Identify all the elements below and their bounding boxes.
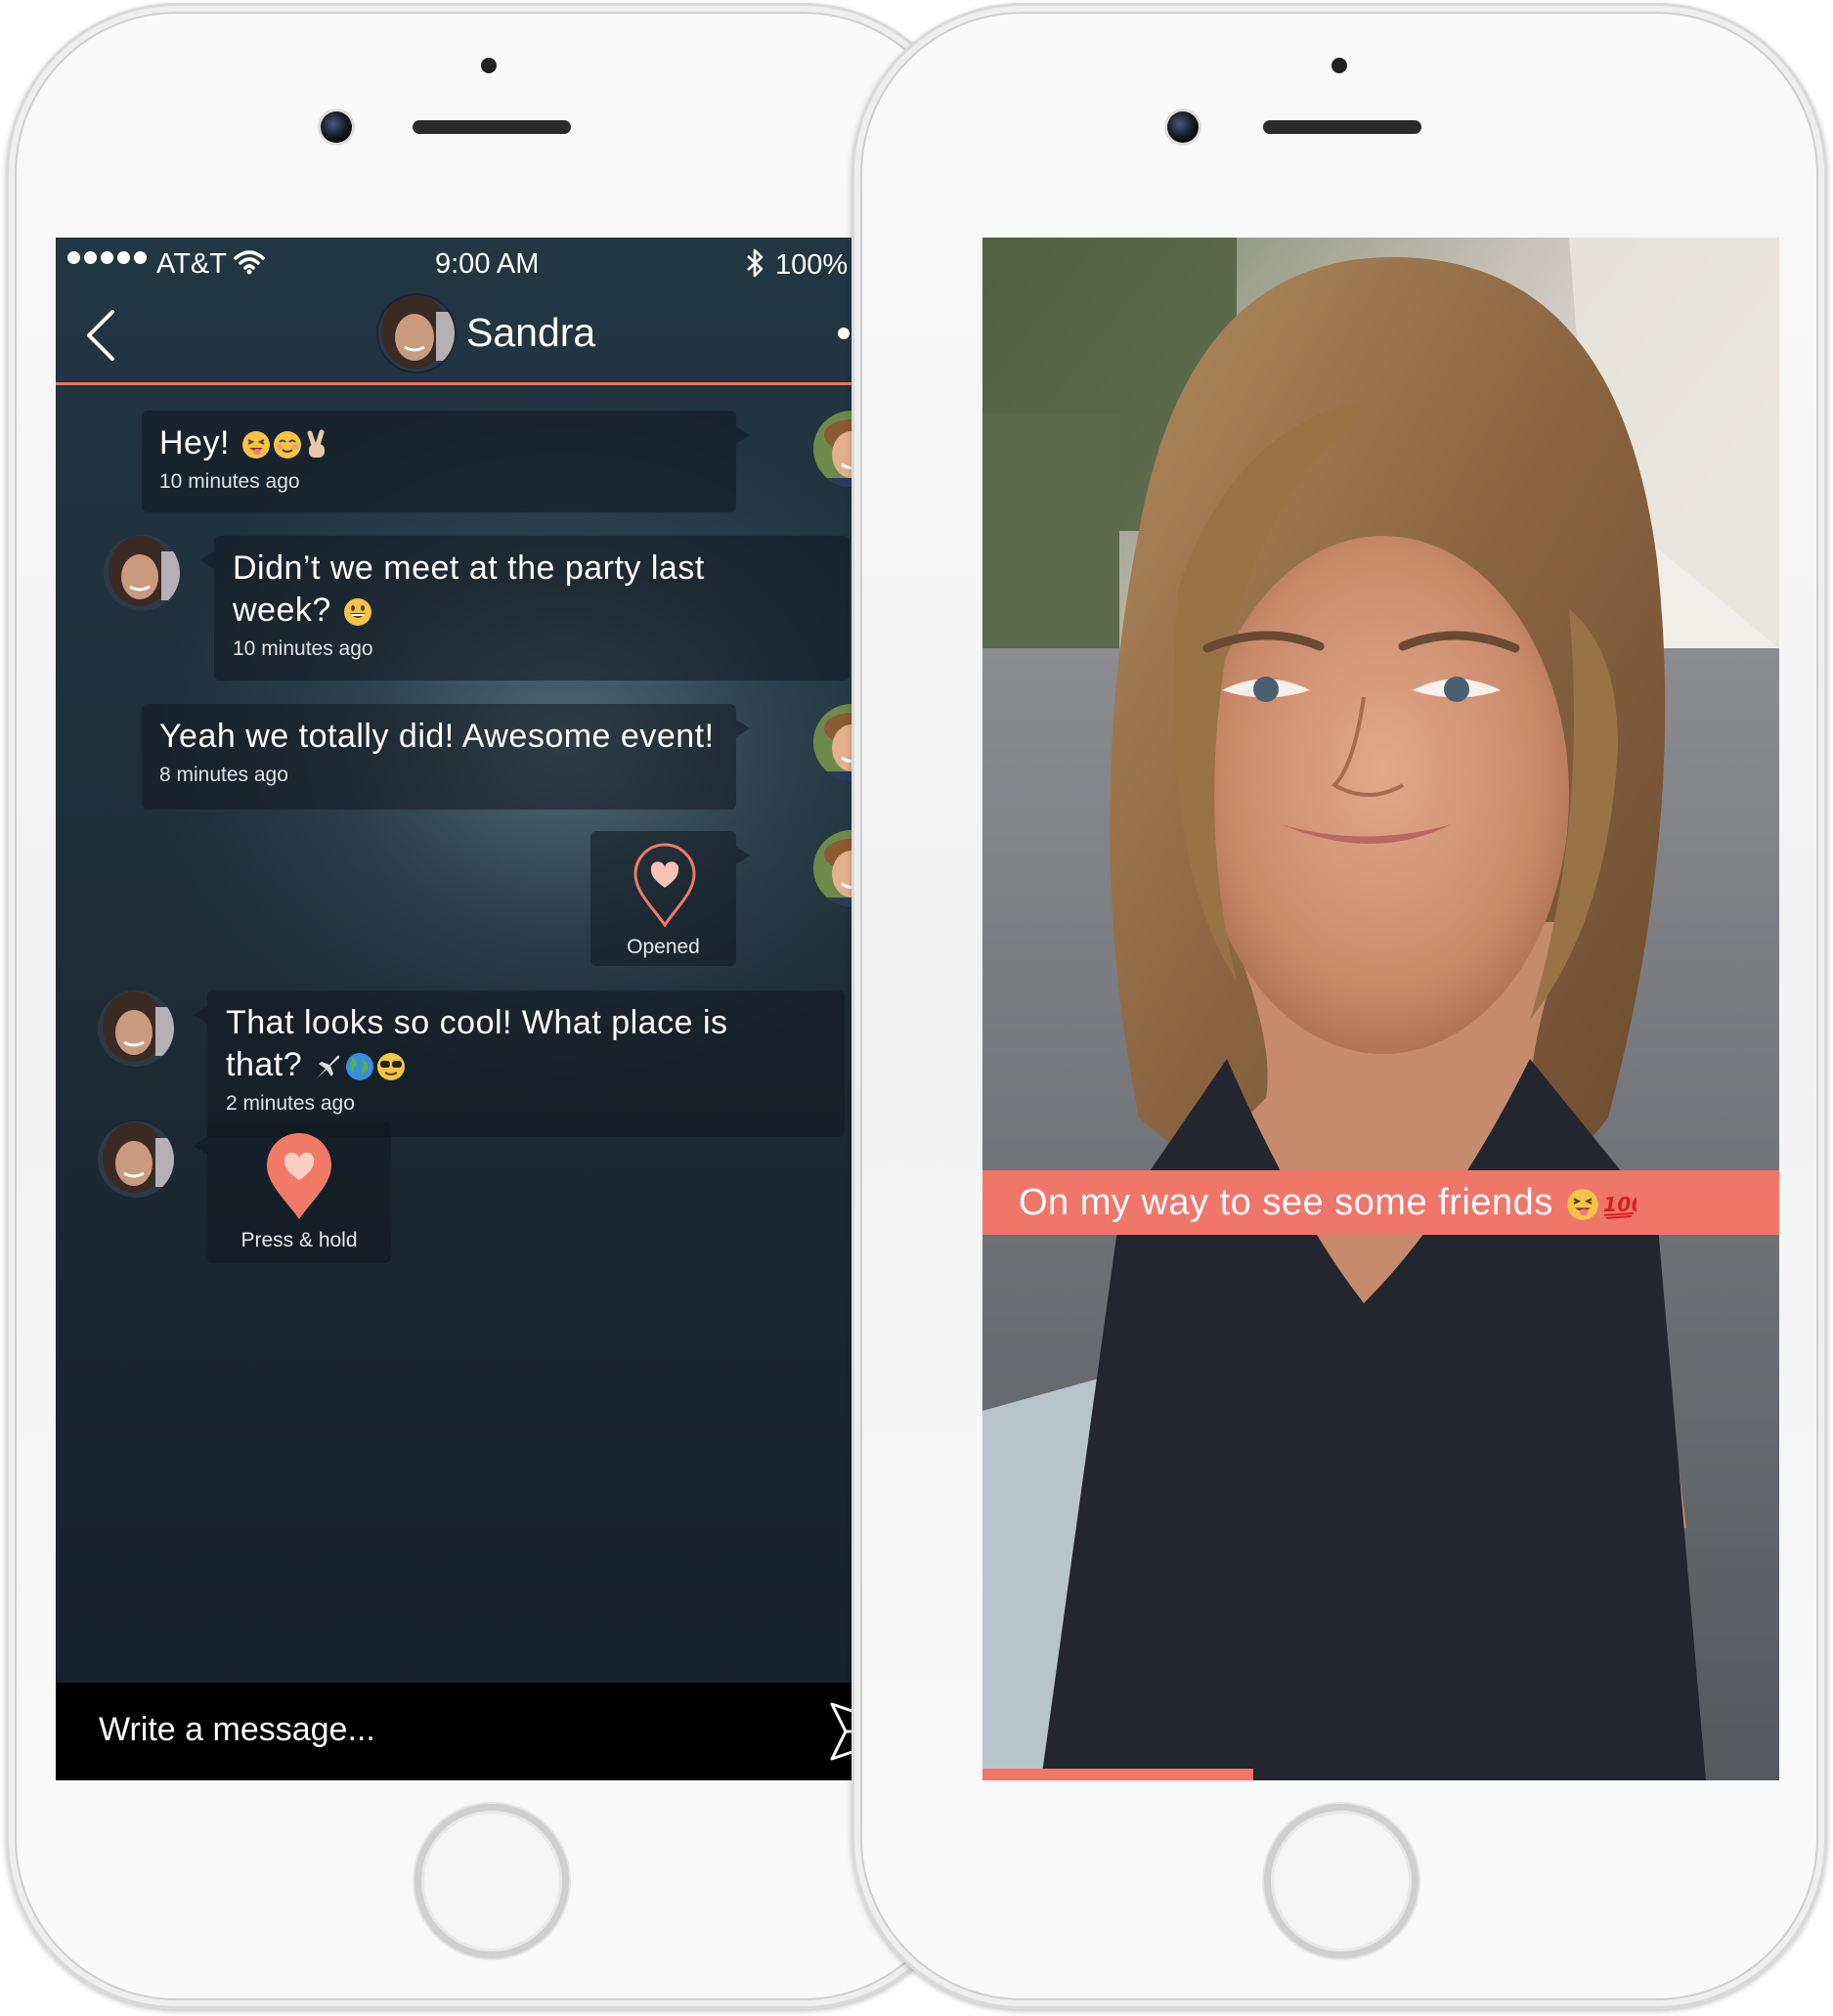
- grinning-emoji-icon: [343, 598, 371, 627]
- front-camera: [321, 111, 352, 143]
- heart-pin-outline-icon: [633, 843, 696, 928]
- message-input[interactable]: [97, 1710, 824, 1750]
- contact-name: Sandra: [466, 310, 596, 355]
- sunglasses-emoji-icon: [377, 1053, 406, 1081]
- victory-hand-emoji-icon: [307, 429, 325, 459]
- squinting-tongue-emoji-icon: [1566, 1189, 1598, 1220]
- message-text: Hey!: [159, 424, 230, 461]
- message-bubble-sent[interactable]: Hey! 10 minutes ago: [142, 411, 750, 512]
- front-camera: [1167, 111, 1199, 143]
- proximity-sensor: [1331, 58, 1347, 73]
- contact-avatar[interactable]: [375, 292, 458, 374]
- contact-avatar-small[interactable]: [103, 534, 181, 612]
- story-screen: On my way to see some friends 100: [982, 238, 1779, 1780]
- home-button[interactable]: [415, 1804, 569, 1958]
- message-timestamp: 8 minutes ago: [159, 764, 288, 786]
- earpiece-speaker: [413, 120, 571, 134]
- signal-dots-icon: [67, 251, 147, 264]
- message-text: That looks so cool! What place is that?: [226, 1004, 728, 1083]
- message-composer: [56, 1683, 932, 1780]
- message-timestamp: 10 minutes ago: [159, 470, 300, 493]
- message-text: Didn’t we meet at the party last week?: [233, 549, 705, 629]
- chat-header: Sandra: [56, 292, 932, 385]
- carrier-label: AT&T: [156, 248, 227, 280]
- airplane-emoji-icon: [317, 1055, 340, 1079]
- heart-message-opened[interactable]: Opened: [590, 831, 750, 966]
- status-bar: AT&T 9:00 AM 100%: [56, 238, 932, 292]
- message-bubble-sent[interactable]: Yeah we totally did! Awesome event! 8 mi…: [142, 704, 750, 810]
- chat-screen: AT&T 9:00 AM 100% Sandra Hey! 10 minutes…: [56, 238, 932, 1780]
- heart-status-label: Opened: [627, 936, 700, 958]
- hundred-points-emoji-icon: 100: [1603, 1193, 1637, 1219]
- wifi-icon: [234, 250, 265, 275]
- earpiece-speaker: [1263, 120, 1421, 134]
- story-progress-track: [982, 1769, 1779, 1780]
- story-progress-fill: [982, 1769, 1254, 1780]
- message-bubble-received[interactable]: Didn’t we meet at the party last week? 1…: [200, 536, 850, 680]
- proximity-sensor: [481, 58, 497, 73]
- message-text: Yeah we totally did! Awesome event!: [159, 718, 715, 755]
- heart-status-label: Press & hold: [240, 1229, 358, 1251]
- story-photo: [982, 238, 1779, 1780]
- contact-avatar-small[interactable]: [97, 1120, 175, 1199]
- contact-avatar-small[interactable]: [97, 989, 175, 1068]
- message-timestamp: 2 minutes ago: [226, 1092, 355, 1115]
- back-chevron-icon[interactable]: [83, 306, 118, 365]
- battery-percent: 100%: [775, 249, 849, 281]
- heart-message-press-hold[interactable]: Press & hold: [194, 1121, 391, 1263]
- home-button[interactable]: [1264, 1804, 1418, 1958]
- story-caption-text: On my way to see some friends: [1019, 1182, 1553, 1223]
- heart-pin-icon: [267, 1133, 331, 1219]
- story-caption: On my way to see some friends 100: [982, 1170, 1779, 1235]
- squinting-tongue-emoji-icon: [241, 431, 270, 460]
- message-bubble-received[interactable]: That looks so cool! What place is that? …: [194, 990, 845, 1137]
- bluetooth-icon: [747, 248, 764, 278]
- smiling-blush-emoji-icon: [273, 431, 301, 460]
- message-timestamp: 10 minutes ago: [233, 637, 373, 660]
- globe-emoji-icon: [346, 1053, 374, 1081]
- status-time: 9:00 AM: [435, 248, 540, 280]
